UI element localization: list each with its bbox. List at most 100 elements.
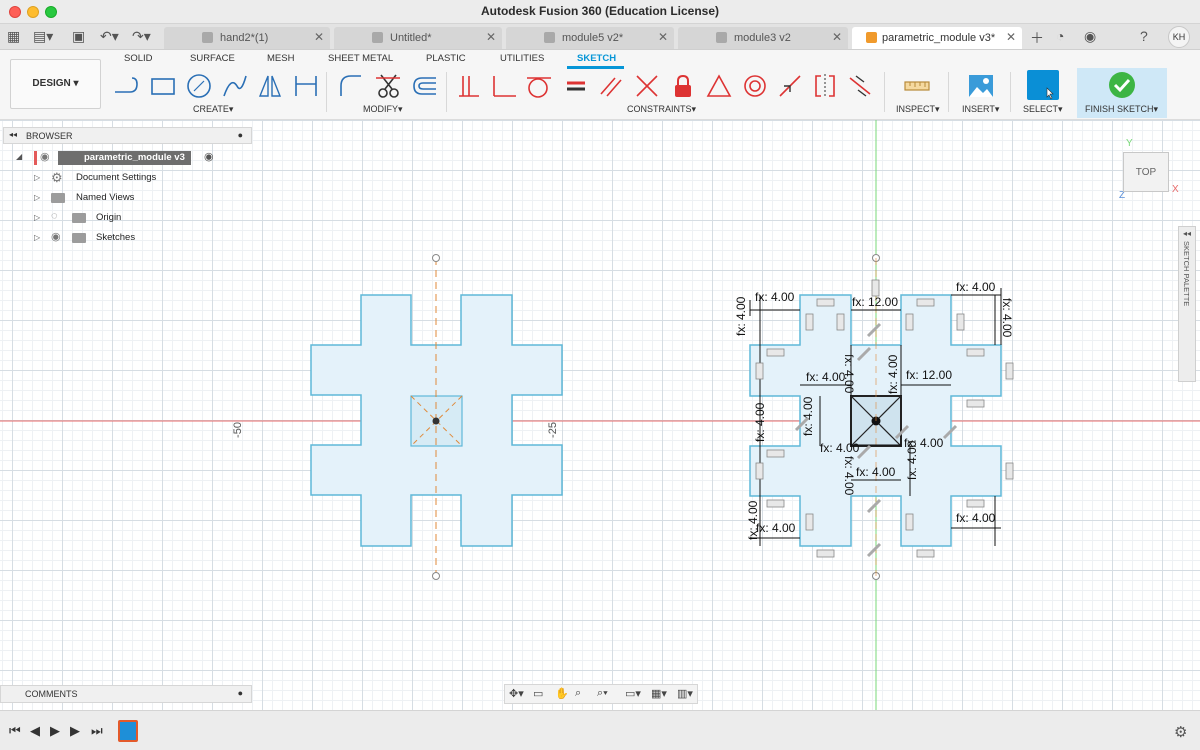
collapse-icon[interactable]: ◢ [16,152,22,161]
select-tool-button[interactable] [1027,70,1059,100]
browser-item-sketches[interactable]: ▷ ◉ Sketches [0,229,252,247]
expand-icon[interactable]: ▷ [34,213,40,222]
help-icon[interactable]: ? [1140,28,1148,44]
viewports-icon[interactable]: ▥▾ [677,687,693,700]
tab-surface[interactable]: SURFACE [190,53,235,64]
play-icon[interactable]: ▶ [50,723,60,739]
concentric-constraint-icon[interactable] [741,72,769,100]
zoom-icon[interactable]: ⌕ [575,687,581,700]
fix-constraint-icon[interactable] [669,72,697,100]
new-tab-icon[interactable]: ＋ [1030,28,1044,48]
browser-header[interactable]: ◂◂ BROWSER ● [3,127,252,144]
look-at-icon[interactable]: ▭ [533,687,543,700]
expand-palette-icon[interactable]: ◂◂ [1183,229,1191,238]
display-settings-icon[interactable]: ▭▾ [625,687,641,700]
pan-icon[interactable]: ✋ [555,687,569,700]
mirror-tool-icon[interactable] [256,72,284,100]
activate-radio-icon[interactable]: ◉ [204,150,214,163]
perpendicular-constraint-icon[interactable] [490,72,518,100]
circle-tool-icon[interactable] [185,72,213,100]
measure-tool-icon[interactable] [903,72,931,100]
collinear-constraint-icon[interactable] [633,72,661,100]
step-forward-icon[interactable]: ▶ [70,723,80,739]
modify-menu[interactable]: MODIFY▾ [363,104,403,115]
fit-icon[interactable]: ⌕▾ [597,687,608,700]
horizontal-vertical-constraint-icon[interactable] [705,72,733,100]
document-cube-icon [372,32,383,43]
tab-utilities[interactable]: UTILITIES [500,53,544,64]
notifications-icon[interactable]: ◉ [1084,28,1096,45]
tab-plastic[interactable]: PLASTIC [426,53,466,64]
browser-item-origin[interactable]: ▷ ◌ Origin [0,209,252,227]
insert-image-icon[interactable] [967,72,995,100]
comments-options-icon[interactable]: ● [238,688,243,698]
gear-icon[interactable]: ⚙ [1174,723,1187,741]
finish-sketch-check-icon[interactable] [1108,71,1136,99]
tab-sheet-metal[interactable]: SHEET METAL [328,53,393,64]
tab-sketch[interactable]: SKETCH [577,53,616,64]
sketch-palette-tab[interactable]: ◂◂ SKETCH PALETTE [1178,226,1196,382]
tangent-constraint-icon[interactable] [525,72,553,100]
close-tab-icon[interactable]: ✕ [832,30,842,44]
trim-tool-icon[interactable] [374,72,402,100]
select-menu[interactable]: SELECT▾ [1023,104,1063,115]
tab-mesh[interactable]: MESH [267,53,294,64]
tab-solid[interactable]: SOLID [124,53,153,64]
equal-constraint-icon[interactable] [562,72,590,100]
spline-tool-icon[interactable] [221,72,249,100]
expand-icon[interactable]: ▷ [34,173,40,182]
inspect-menu[interactable]: INSPECT▾ [896,104,940,115]
eye-icon[interactable]: ◉ [51,230,61,243]
go-to-start-icon[interactable]: ⏮ [9,723,21,739]
finish-sketch-menu[interactable]: FINISH SKETCH▾ [1085,104,1158,115]
collapse-browser-icon[interactable]: ◂◂ [9,130,17,139]
job-status-icon[interactable]: ◔ [1056,28,1064,44]
constraints-menu[interactable]: CONSTRAINTS▾ [627,104,696,115]
expand-icon[interactable]: ▷ [34,193,40,202]
line-tool-icon[interactable] [112,72,140,100]
close-tab-icon[interactable]: ✕ [486,30,496,44]
document-tab[interactable]: module3 v2 ✕ [678,27,848,49]
save-icon[interactable]: ▣ [72,28,85,45]
close-tab-icon[interactable]: ✕ [314,30,324,44]
close-tab-icon[interactable]: ✕ [1006,30,1016,44]
expand-icon[interactable]: ▷ [34,233,40,242]
fillet-tool-icon[interactable] [337,72,365,100]
browser-item-named-views[interactable]: ▷ Named Views [0,189,252,207]
document-tab[interactable]: Untitled* ✕ [334,27,502,49]
window-title: Autodesk Fusion 360 (Education License) [480,4,720,18]
comments-panel[interactable]: COMMENTS ● [0,685,252,703]
orbit-icon[interactable]: ✥▾ [509,687,524,700]
symmetry-constraint-icon[interactable] [811,72,839,100]
document-tab[interactable]: hand2*(1) ✕ [164,27,330,49]
offset-tool-icon[interactable] [410,72,438,100]
document-tab[interactable]: module5 v2* ✕ [506,27,674,49]
rectangle-tool-icon[interactable] [149,72,177,100]
browser-item-document-settings[interactable]: ▷ ⚙ Document Settings [0,169,252,187]
step-back-icon[interactable]: ◀ [30,723,40,739]
redo-icon[interactable]: ↷▾ [132,28,151,45]
timeline-sketch-feature[interactable] [118,720,138,742]
document-tab-active[interactable]: parametric_module v3* ✕ [852,27,1022,49]
browser-root-item[interactable]: ◢ ◉ parametric_module v3 ◉ [0,149,252,167]
eye-hidden-icon[interactable]: ◌ [51,210,58,222]
coincident-constraint-icon[interactable] [455,72,483,100]
app-grid-icon[interactable]: ▦ [7,28,20,45]
insert-menu[interactable]: INSERT▾ [962,104,999,115]
eye-icon[interactable]: ◉ [40,150,50,163]
midpoint-constraint-icon[interactable] [776,72,804,100]
viewcube[interactable]: TOP [1123,152,1169,192]
parallel-constraint-icon[interactable] [597,72,625,100]
undo-icon[interactable]: ↶▾ [100,28,119,45]
create-menu[interactable]: CREATE▾ [193,104,233,115]
dimension-tool-icon[interactable] [292,72,320,100]
go-to-end-icon[interactable]: ⏭ [91,723,103,739]
browser-options-icon[interactable]: ● [238,130,243,140]
dimension-label: fx: 4.00 [820,441,860,455]
close-tab-icon[interactable]: ✕ [658,30,668,44]
file-menu-icon[interactable]: ▤▾ [33,28,53,45]
curvature-constraint-icon[interactable] [846,72,874,100]
workspace-switcher-button[interactable]: DESIGN ▾ [10,59,101,109]
grid-settings-icon[interactable]: ▦▾ [651,687,667,700]
avatar[interactable]: KH [1168,26,1190,48]
